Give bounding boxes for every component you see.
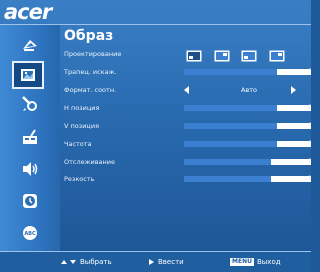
- footer-select-label: Выбрать: [80, 258, 112, 266]
- v-position-label: V позиция: [64, 122, 99, 130]
- h-position-row[interactable]: Н позиция 0: [64, 101, 311, 115]
- aspect-ratio-label: Формат. соотн.: [64, 86, 117, 94]
- audio-icon[interactable]: [14, 156, 46, 182]
- projection-front-icon[interactable]: [186, 47, 202, 62]
- footer-enter-hint: Ввести: [148, 256, 184, 268]
- timer-icon[interactable]: [14, 188, 46, 214]
- v-position-value: 0: [308, 122, 311, 129]
- h-position-label: Н позиция: [64, 104, 100, 112]
- aspect-ratio-row[interactable]: Формат. соотн. Авто: [64, 83, 311, 97]
- management-icon[interactable]: [14, 124, 46, 150]
- v-position-slider-fill: [184, 123, 277, 129]
- frequency-value: 0: [308, 140, 311, 147]
- tracking-slider-fill: [184, 159, 271, 165]
- sharpness-slider-fill: [184, 176, 271, 182]
- color-wheel-icon[interactable]: [14, 32, 46, 58]
- projection-rear-ceiling-icon[interactable]: [269, 47, 285, 62]
- tracking-label: Отслеживание: [64, 158, 115, 166]
- frequency-label: Частота: [64, 140, 92, 148]
- tracking-row[interactable]: Отслеживание 15: [64, 155, 311, 169]
- footer-enter-label: Ввести: [158, 258, 184, 266]
- h-position-value: 0: [308, 104, 311, 111]
- keystone-row[interactable]: Трапец. искаж. 0: [64, 65, 311, 79]
- tracking-slider[interactable]: [184, 159, 311, 165]
- h-position-slider-fill: [184, 105, 277, 111]
- page-title: Образ: [64, 28, 114, 44]
- frequency-row[interactable]: Частота 0: [64, 137, 311, 151]
- settings-icon[interactable]: [14, 91, 46, 117]
- svg-text:ABC: ABC: [24, 231, 36, 237]
- footer-exit-label: Выход: [256, 258, 281, 266]
- arrow-left-icon[interactable]: [184, 86, 189, 94]
- acer-logo: acer: [4, 0, 52, 24]
- tracking-value: 15: [308, 158, 311, 165]
- osd-menu: acer ABC Образ Проектирование Трапец. ис…: [0, 0, 311, 272]
- h-position-slider[interactable]: [184, 105, 311, 111]
- right-arrow-icon: [149, 259, 154, 265]
- up-down-arrows-icon: [61, 260, 76, 264]
- sharpness-value: 15: [308, 175, 311, 182]
- projection-label: Проектирование: [64, 50, 122, 58]
- footer-exit-hint: MENU Выход: [230, 256, 281, 268]
- keystone-slider-fill: [184, 69, 277, 75]
- sharpness-label: Резкость: [64, 175, 95, 183]
- frequency-slider[interactable]: [184, 141, 311, 147]
- projection-rear-icon[interactable]: [241, 47, 257, 62]
- keystone-label: Трапец. искаж.: [64, 68, 117, 76]
- image-icon[interactable]: [12, 61, 44, 89]
- sharpness-slider[interactable]: [184, 176, 311, 182]
- projection-row[interactable]: Проектирование: [64, 47, 311, 62]
- v-position-row[interactable]: V позиция 0: [64, 119, 311, 133]
- frequency-slider-fill: [184, 141, 277, 147]
- menu-key-icon: MENU: [230, 258, 254, 266]
- v-position-slider[interactable]: [184, 123, 311, 129]
- sidebar: ABC: [0, 25, 60, 251]
- projection-ceiling-icon[interactable]: [214, 47, 230, 62]
- footer-hints: Выбрать Ввести MENU Выход: [0, 252, 311, 272]
- aspect-ratio-value: Авто: [240, 86, 258, 94]
- footer-select-hint: Выбрать: [60, 256, 112, 268]
- sharpness-row[interactable]: Резкость 15: [64, 172, 311, 186]
- arrow-right-icon[interactable]: [291, 86, 296, 94]
- keystone-value: 0: [308, 68, 311, 75]
- language-icon[interactable]: ABC: [14, 220, 46, 246]
- keystone-slider[interactable]: [184, 69, 311, 75]
